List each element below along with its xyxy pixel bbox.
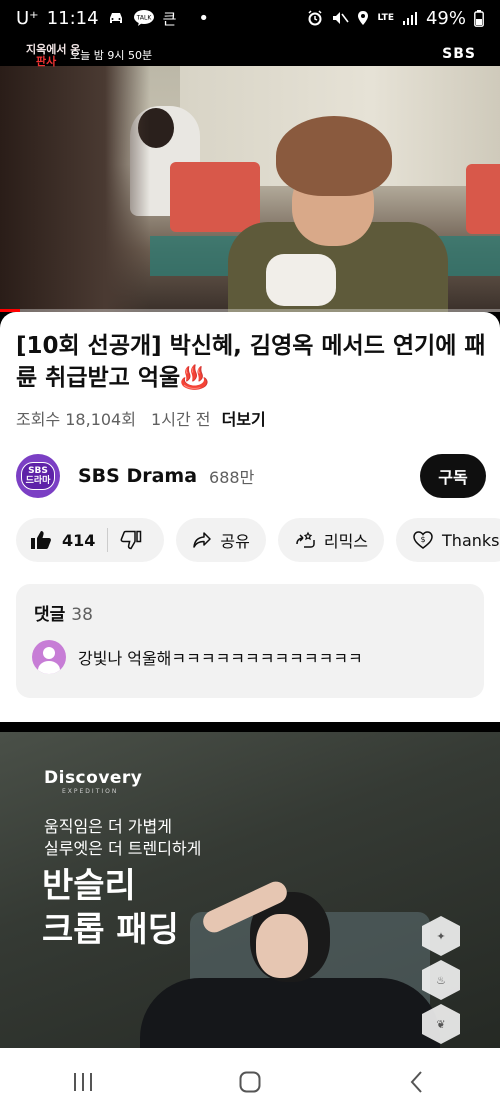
video-figure-woman-hat: [276, 116, 392, 196]
share-icon: [192, 531, 212, 549]
channel-name[interactable]: SBS Drama: [78, 465, 197, 487]
commenter-avatar: [32, 640, 66, 674]
like-dislike-pill: 414: [16, 518, 165, 562]
extra-status-icon: 큰: [162, 9, 177, 28]
video-meta[interactable]: 조회수 18,104회 1시간 전 더보기: [16, 406, 266, 430]
share-button[interactable]: 공유: [176, 518, 266, 562]
recents-icon[interactable]: [53, 1062, 113, 1102]
like-divider: [107, 528, 109, 552]
video-details: [10회 선공개] 박신혜, 김영옥 메서드 연기에 패륜 취급받고 억울♨️ …: [0, 312, 500, 722]
back-icon[interactable]: [387, 1062, 447, 1102]
more-link[interactable]: 더보기: [222, 410, 266, 429]
top-comment-text: 강빛나 억울해ㅋㅋㅋㅋㅋㅋㅋㅋㅋㅋㅋㅋㅋ: [78, 649, 363, 668]
ad-banner[interactable]: Discovery EXPEDITION 움직임은 더 가볍게 실루엣은 더 트…: [0, 732, 500, 1048]
discovery-logo: Discovery: [44, 768, 143, 788]
ad-copy: 움직임은 더 가볍게 실루엣은 더 트렌디하게: [44, 816, 201, 860]
top-comment[interactable]: 강빛나 억울해ㅋㅋㅋㅋㅋㅋㅋㅋㅋㅋㅋㅋㅋ: [32, 640, 363, 674]
share-label: 공유: [220, 532, 250, 551]
discovery-logo-sub: EXPEDITION: [62, 788, 119, 795]
comments-header: 댓글 38: [34, 600, 93, 625]
home-icon[interactable]: [220, 1062, 280, 1102]
ad-copy-line2: 실루엣은 더 트렌디하게: [44, 839, 202, 858]
system-nav-bar: [0, 1048, 500, 1115]
subscriber-count: 688만: [209, 468, 255, 487]
ad-headline: 반슬리 크롭 패딩: [42, 864, 179, 952]
ad-headline-line1: 반슬리: [42, 866, 136, 906]
channel-row[interactable]: SBS 드라마 SBS Drama 688만 구독: [16, 452, 486, 500]
status-bar: U⁺ 11:14 TALK 큰 • LTE 49%: [0, 0, 500, 36]
mute-icon: [331, 10, 350, 26]
network-type: LTE: [377, 12, 394, 23]
talk-icon: TALK: [133, 9, 155, 27]
video-title[interactable]: [10회 선공개] 박신혜, 김영옥 메서드 연기에 패륜 취급받고 억울♨️: [16, 330, 486, 394]
comments-label: 댓글: [34, 605, 66, 625]
upload-time: 1시간 전: [151, 410, 211, 429]
video-foreground-shadow: [0, 66, 150, 312]
remix-icon: [294, 530, 316, 550]
remix-button[interactable]: 리믹스: [277, 518, 385, 562]
like-count[interactable]: 414: [62, 531, 95, 550]
notification-dot: •: [198, 7, 209, 29]
broadcast-time: 오늘 밤 9시 50분: [70, 49, 153, 62]
remix-label: 리믹스: [323, 532, 369, 551]
battery-percent: 49%: [425, 7, 466, 29]
sbs-logo: SBS: [442, 46, 476, 62]
alarm-icon: [307, 10, 323, 26]
comments-count: 38: [71, 605, 93, 625]
video-burger: [266, 254, 336, 306]
svg-text:TALK: TALK: [135, 15, 152, 22]
ad-model-image: [140, 878, 440, 1048]
action-bar: 414 공유 리믹스 $ Thanks: [16, 518, 500, 562]
like-icon[interactable]: [30, 530, 52, 550]
view-count: 조회수 18,104회: [16, 410, 136, 429]
video-red-chair-right: [466, 164, 500, 234]
video-player[interactable]: 지옥에서 온 판사 오늘 밤 9시 50분 SBS: [0, 36, 500, 312]
subscribe-button[interactable]: 구독: [420, 454, 486, 498]
location-icon: [357, 10, 369, 26]
channel-avatar[interactable]: SBS 드라마: [16, 454, 60, 498]
dislike-icon[interactable]: [120, 530, 142, 550]
video-red-chair: [170, 162, 260, 232]
clock: 11:14: [46, 7, 99, 29]
ad-headline-line2: 크롭 패딩: [42, 910, 179, 950]
signal-icon: [402, 11, 418, 25]
carrier-label: U⁺: [16, 7, 39, 29]
thanks-button[interactable]: $ Thanks: [396, 518, 500, 562]
heart-dollar-icon: $: [412, 530, 434, 550]
ad-copy-line1: 움직임은 더 가볍게: [44, 817, 172, 836]
comments-panel[interactable]: 댓글 38 강빛나 억울해ㅋㅋㅋㅋㅋㅋㅋㅋㅋㅋㅋㅋㅋ: [16, 584, 484, 698]
car-icon: [107, 10, 125, 26]
battery-icon: [474, 9, 484, 27]
svg-text:$: $: [420, 535, 425, 544]
thanks-label: Thanks: [442, 530, 500, 550]
